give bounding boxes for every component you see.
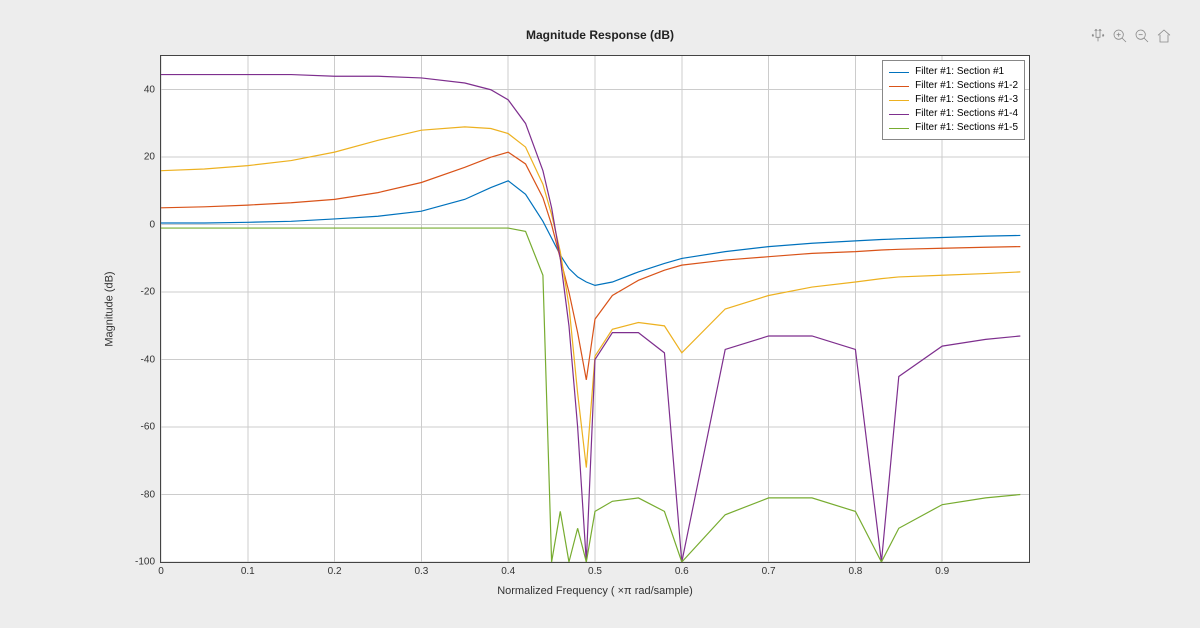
y-axis-label: Magnitude (dB) xyxy=(100,55,120,563)
legend-item[interactable]: Filter #1: Section #1 xyxy=(889,65,1018,79)
legend-item[interactable]: Filter #1: Sections #1-5 xyxy=(889,121,1018,135)
y-tick: -80 xyxy=(141,489,155,500)
x-tick: 0.1 xyxy=(241,566,255,577)
series-line xyxy=(161,127,1020,468)
series-line xyxy=(161,181,1020,286)
legend-label: Filter #1: Sections #1-2 xyxy=(915,79,1018,93)
x-tick: 0.2 xyxy=(328,566,342,577)
y-tick: 0 xyxy=(149,219,155,230)
legend-item[interactable]: Filter #1: Sections #1-3 xyxy=(889,93,1018,107)
x-tick: 0.3 xyxy=(414,566,428,577)
x-axis-label: Normalized Frequency ( ×π rad/sample) xyxy=(160,585,1030,597)
x-tick: 0.6 xyxy=(675,566,689,577)
series-line xyxy=(161,75,1020,562)
y-tick: -20 xyxy=(141,287,155,298)
x-tick: 0.9 xyxy=(935,566,949,577)
x-tick: 0 xyxy=(158,566,164,577)
legend-label: Filter #1: Sections #1-4 xyxy=(915,107,1018,121)
legend-label: Filter #1: Section #1 xyxy=(915,65,1004,79)
figure-window: Magnitude Response (dB) Magnitude (dB) 0… xyxy=(10,10,1190,618)
chart-title: Magnitude Response (dB) xyxy=(10,28,1190,42)
y-tick: -100 xyxy=(135,557,155,568)
x-tick: 0.7 xyxy=(762,566,776,577)
y-tick: -40 xyxy=(141,354,155,365)
legend-swatch xyxy=(889,86,909,87)
x-tick: 0.8 xyxy=(848,566,862,577)
y-tick: -60 xyxy=(141,422,155,433)
x-tick: 0.5 xyxy=(588,566,602,577)
legend-item[interactable]: Filter #1: Sections #1-4 xyxy=(889,107,1018,121)
legend-swatch xyxy=(889,72,909,73)
y-tick: 40 xyxy=(144,84,155,95)
legend-item[interactable]: Filter #1: Sections #1-2 xyxy=(889,79,1018,93)
legend-swatch xyxy=(889,128,909,129)
legend-label: Filter #1: Sections #1-5 xyxy=(915,121,1018,135)
y-tick: 20 xyxy=(144,152,155,163)
plot-area[interactable]: 00.10.20.30.40.50.60.70.80.9 -100-80-60-… xyxy=(160,55,1030,563)
series-line xyxy=(161,152,1020,380)
legend[interactable]: Filter #1: Section #1Filter #1: Sections… xyxy=(882,60,1025,140)
legend-swatch xyxy=(889,100,909,101)
legend-swatch xyxy=(889,114,909,115)
x-tick: 0.4 xyxy=(501,566,515,577)
legend-label: Filter #1: Sections #1-3 xyxy=(915,93,1018,107)
